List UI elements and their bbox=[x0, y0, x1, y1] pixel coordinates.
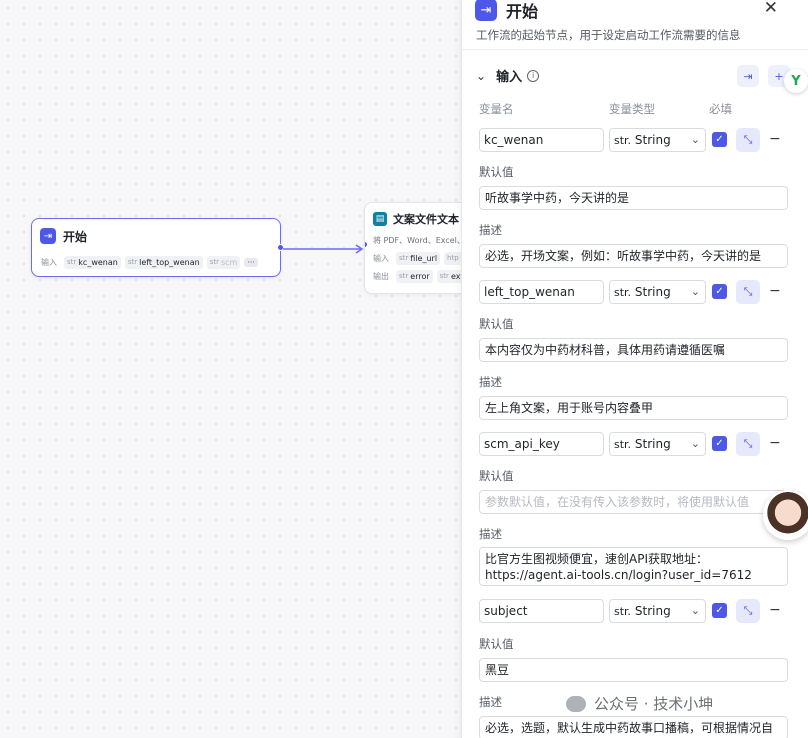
panel-header: ⇥ 开始 bbox=[475, 0, 808, 26]
connection-edge[interactable] bbox=[281, 243, 371, 255]
required-checkbox[interactable]: ✓ bbox=[712, 603, 727, 618]
doc-node-inputs: 输入 str file_url htp bbox=[365, 249, 473, 267]
import-button[interactable]: ⇥ bbox=[737, 65, 759, 87]
start-node-inputs: 输入 str kc_wenan str left_top_wenan str scm … bbox=[32, 253, 280, 271]
default-value-input[interactable]: 本内容仅为中药材科普，具体用药请遵循医嘱 bbox=[479, 338, 788, 362]
description-input[interactable]: 必选，选题，默认生成中药故事口播稿，可根据情况自 bbox=[479, 716, 788, 738]
doc-node-outputs: 输出 str error str ext bbox=[365, 267, 473, 285]
description-input[interactable]: 左上角文案，用于账号内容叠甲 bbox=[479, 396, 788, 420]
collapse-icon[interactable]: ⤡ bbox=[736, 280, 760, 304]
panel-description: 工作流的起始节点，用于设定启动工作流需要的信息 bbox=[476, 28, 741, 42]
variable-name-input[interactable]: scm_api_key bbox=[479, 432, 604, 456]
assistant-badge-icon[interactable]: Y bbox=[784, 69, 808, 93]
watermark-text: 公众号 · 技术小坤 bbox=[594, 695, 714, 713]
variable-name-input[interactable]: kc_wenan bbox=[479, 128, 604, 152]
input-label: 输入 bbox=[41, 257, 57, 267]
default-label: 默认值 bbox=[479, 469, 514, 483]
chevron-down-icon: ⌄ bbox=[690, 437, 700, 450]
remove-variable-button[interactable]: − bbox=[769, 131, 781, 147]
start-node-icon: ⇥ bbox=[40, 228, 56, 244]
variable-type-select[interactable]: str. String ⌄ bbox=[609, 599, 706, 623]
doc-node-desc: 将 PDF、Word、Excel、 bbox=[373, 236, 465, 245]
more-chips-button[interactable]: ··· bbox=[244, 257, 258, 267]
description-label: 描述 bbox=[479, 527, 502, 541]
start-node-icon: ⇥ bbox=[475, 0, 497, 21]
input-chip: str left_top_wenan bbox=[124, 255, 203, 269]
default-value-input[interactable]: 黑豆 bbox=[479, 658, 788, 682]
default-label: 默认值 bbox=[479, 165, 514, 179]
default-label: 默认值 bbox=[479, 637, 514, 651]
input-chip: str kc_wenan bbox=[64, 255, 121, 269]
remove-variable-button[interactable]: − bbox=[769, 283, 781, 299]
chevron-down-icon: ⌄ bbox=[690, 604, 700, 617]
input-chip: str file_url bbox=[396, 251, 441, 265]
input-chip: str scm bbox=[206, 255, 241, 269]
output-chip: str error bbox=[396, 269, 433, 283]
doc-node-title: 文案文件文本 bbox=[393, 213, 459, 226]
required-checkbox[interactable]: ✓ bbox=[712, 436, 727, 451]
description-input[interactable]: 比官方生图视频便宜，速创API获取地址：https://agent.ai-too… bbox=[479, 547, 788, 586]
description-label: 描述 bbox=[479, 223, 502, 237]
start-node-header: ⇥ 开始 bbox=[32, 219, 280, 253]
doc-node-header: ▤ 文案文件文本 bbox=[365, 203, 473, 235]
description-label: 描述 bbox=[479, 375, 502, 389]
collapse-icon[interactable]: ⤡ bbox=[736, 432, 760, 456]
document-icon: ▤ bbox=[373, 212, 387, 226]
start-node-title: 开始 bbox=[63, 229, 88, 244]
collapse-icon[interactable]: ⤡ bbox=[736, 128, 760, 152]
default-label: 默认值 bbox=[479, 317, 514, 331]
close-icon[interactable]: ✕ bbox=[764, 0, 778, 18]
section-title: 输入 bbox=[496, 70, 523, 85]
node-config-panel: ⇥ 开始 ✕ 工作流的起始节点，用于设定启动工作流需要的信息 ⌄ 输入 i ⇥ … bbox=[461, 0, 808, 738]
remove-variable-button[interactable]: − bbox=[769, 602, 781, 618]
wechat-icon bbox=[566, 695, 586, 712]
description-input[interactable]: 必选，开场文案，例如：听故事学中药，今天讲的是 bbox=[479, 244, 788, 268]
variable-name-input[interactable]: left_top_wenan bbox=[479, 280, 604, 304]
input-section-header[interactable]: ⌄ 输入 i bbox=[476, 66, 540, 85]
column-header-required: 必填 bbox=[709, 102, 732, 116]
required-checkbox[interactable]: ✓ bbox=[712, 284, 727, 299]
collapse-icon[interactable]: ⤡ bbox=[736, 599, 760, 623]
column-header-type: 变量类型 bbox=[609, 102, 655, 116]
avatar[interactable] bbox=[763, 490, 808, 540]
default-value-input[interactable]: 听故事学中药，今天讲的是 bbox=[479, 186, 788, 210]
description-label: 描述 bbox=[479, 695, 502, 709]
panel-title: 开始 bbox=[506, 2, 539, 21]
output-label: 输出 bbox=[373, 271, 389, 281]
divider bbox=[462, 49, 808, 50]
watermark: 公众号 · 技术小坤 bbox=[566, 693, 713, 714]
column-header-name: 变量名 bbox=[479, 102, 514, 116]
chevron-down-icon[interactable]: ⌄ bbox=[476, 69, 486, 83]
input-label: 输入 bbox=[373, 253, 389, 263]
start-node[interactable]: ⇥ 开始 输入 str kc_wenan str left_top_wenan st… bbox=[31, 218, 284, 277]
chevron-down-icon: ⌄ bbox=[690, 133, 700, 146]
default-value-input[interactable]: 参数默认值，在没有传入该参数时，将使用默认值 bbox=[479, 490, 788, 514]
remove-variable-button[interactable]: − bbox=[769, 435, 781, 451]
required-checkbox[interactable]: ✓ bbox=[712, 132, 727, 147]
variable-type-select[interactable]: str. String ⌄ bbox=[609, 432, 706, 456]
variable-name-input[interactable]: subject bbox=[479, 599, 604, 623]
variable-type-select[interactable]: str. String ⌄ bbox=[609, 128, 706, 152]
chevron-down-icon: ⌄ bbox=[690, 285, 700, 298]
variable-type-select[interactable]: str. String ⌄ bbox=[609, 280, 706, 304]
info-icon[interactable]: i bbox=[527, 69, 540, 82]
doc-node[interactable]: ▤ 文案文件文本 将 PDF、Word、Excel、 输入 str file_ur… bbox=[364, 202, 474, 294]
